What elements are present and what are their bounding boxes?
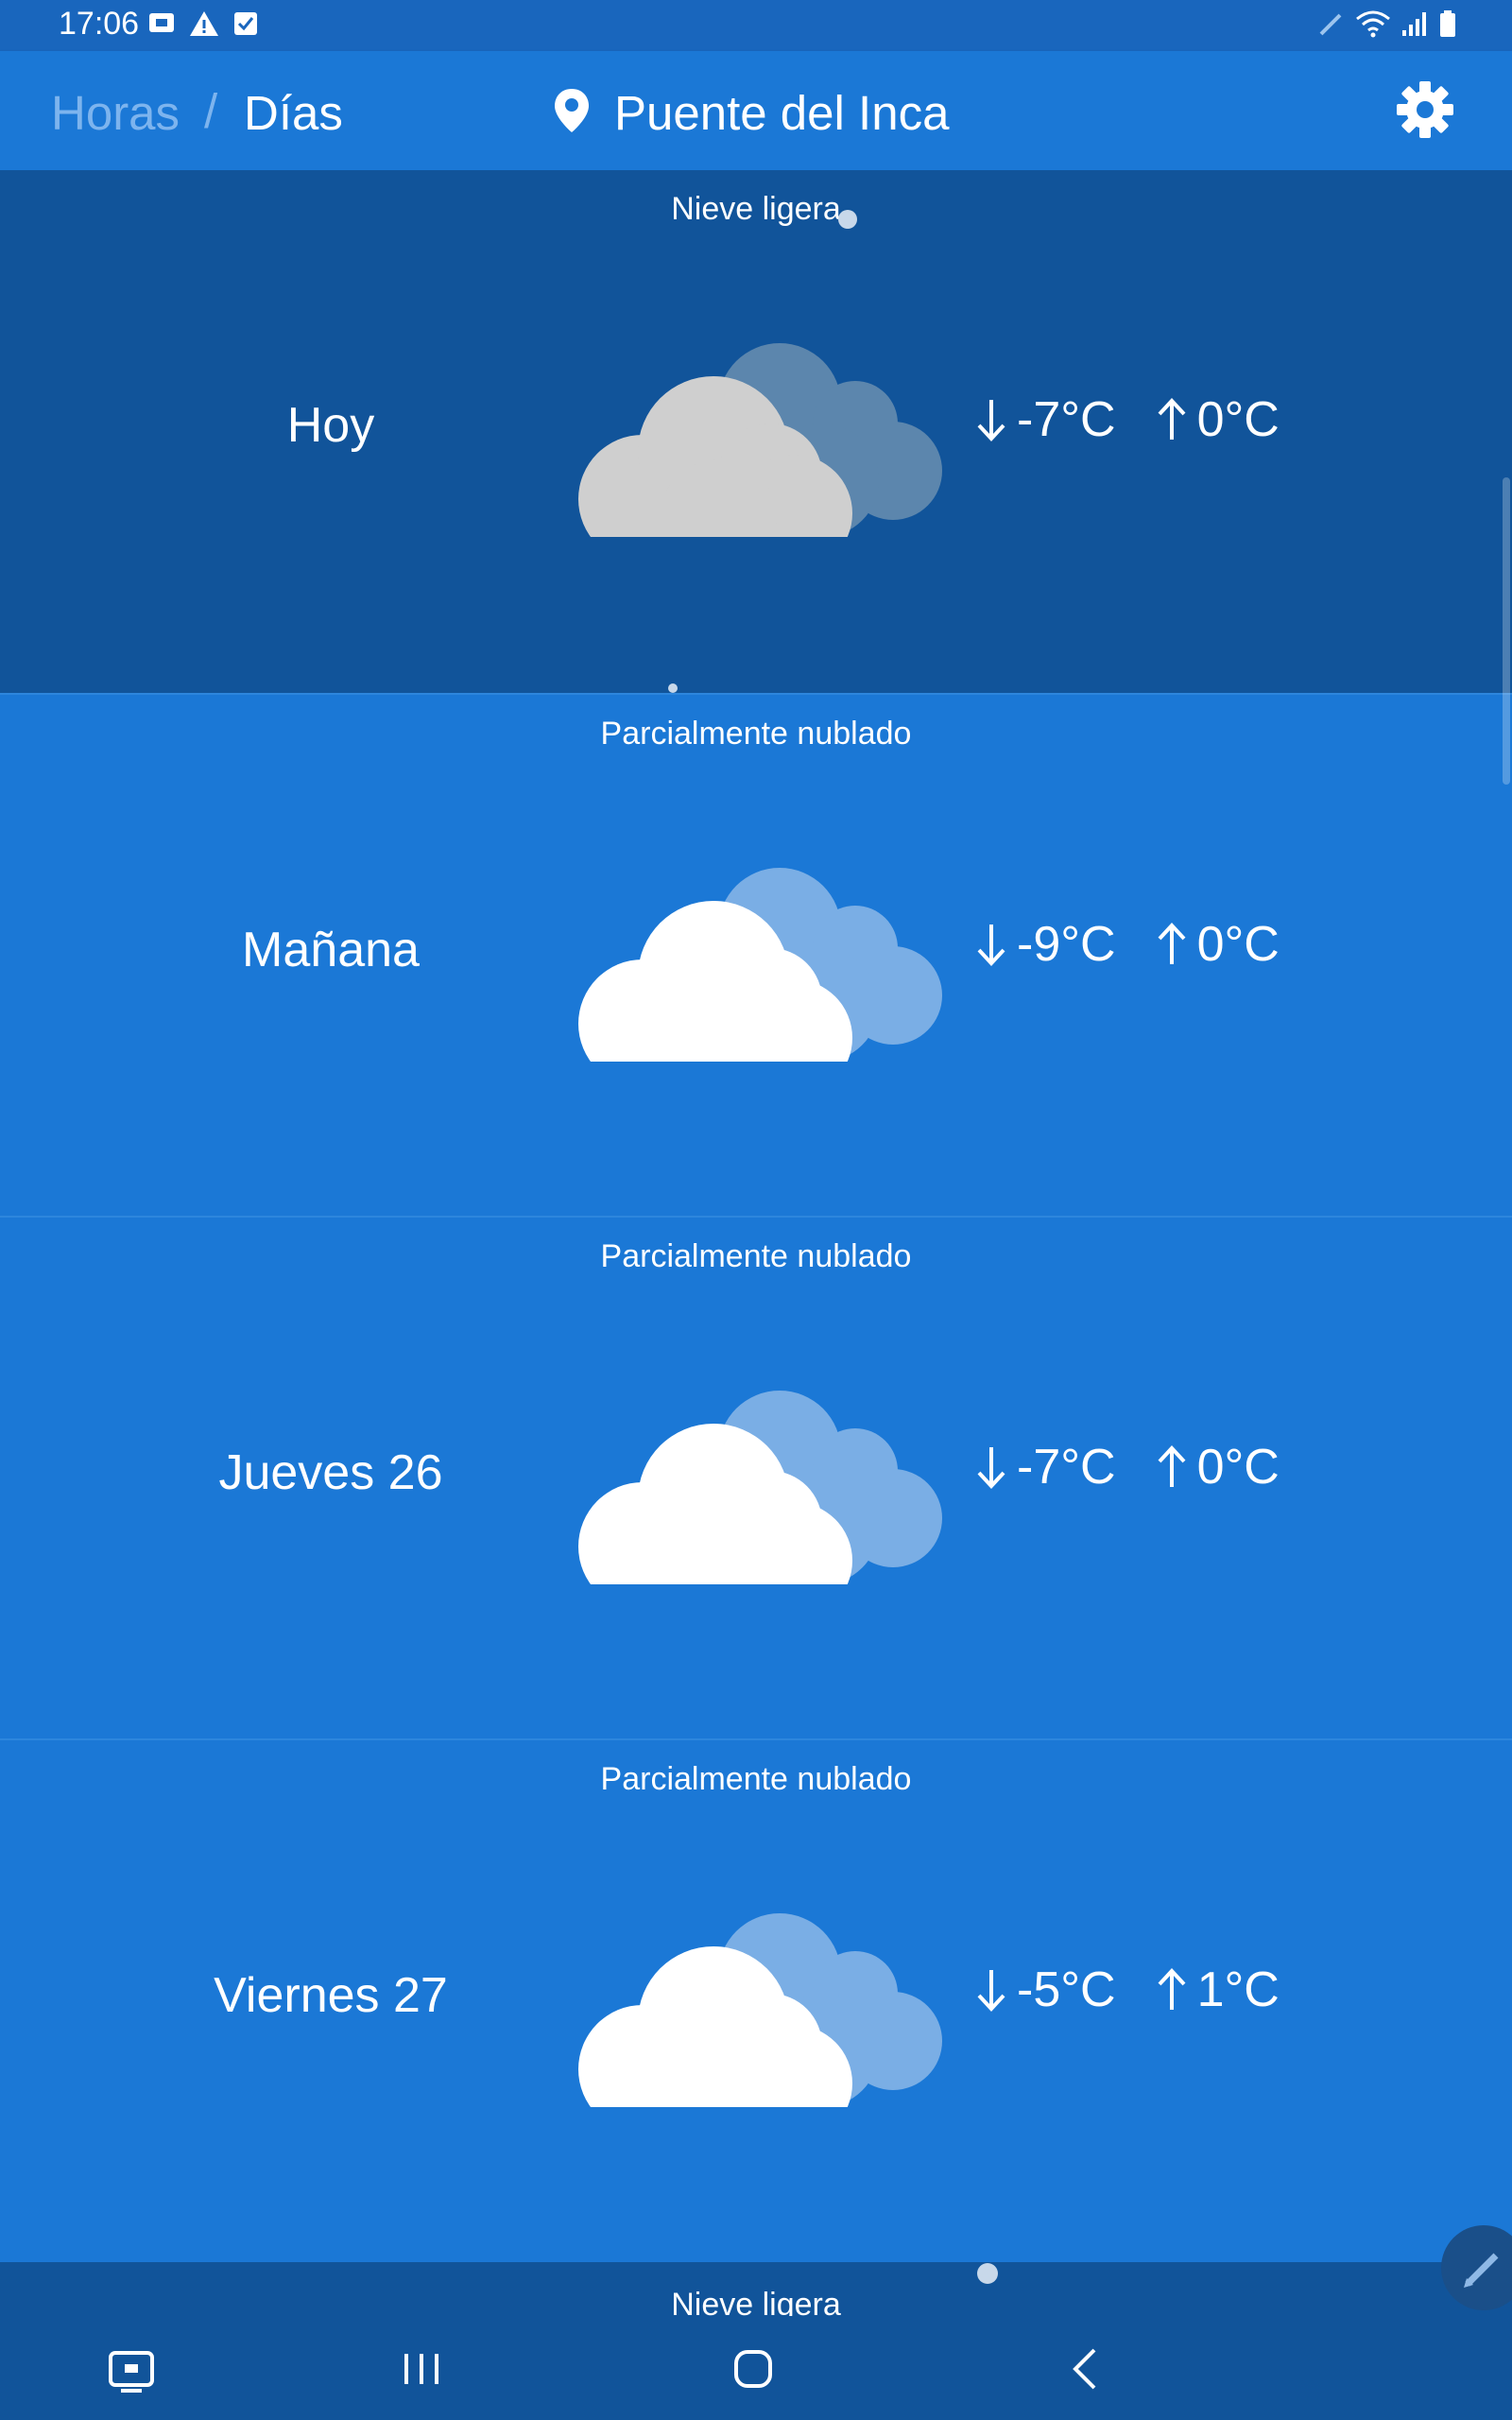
battery-icon xyxy=(1440,10,1455,37)
partly-cloudy-icon xyxy=(578,1391,942,1584)
temperature-range: -7°C 0°C xyxy=(973,391,1280,448)
gear-icon[interactable] xyxy=(1395,79,1455,140)
tab-hours[interactable]: Horas xyxy=(51,85,180,141)
min-temp: -7°C xyxy=(1017,1440,1116,1495)
day-name: Mañana xyxy=(242,923,420,977)
recent-screen-icon[interactable] xyxy=(108,2350,155,2394)
signal-icon xyxy=(1402,12,1426,36)
arrow-down-icon xyxy=(977,1447,1005,1489)
temperature-range: -5°C 1°C xyxy=(973,1962,1280,2018)
pencil-icon xyxy=(1464,2253,1499,2288)
day-name: Jueves 26 xyxy=(218,1445,443,1500)
location-pin-icon xyxy=(555,89,589,132)
wifi-icon xyxy=(1356,10,1390,38)
scrollbar[interactable] xyxy=(1503,477,1510,785)
snow-dot xyxy=(838,210,857,229)
snow-cloud-icon xyxy=(578,343,942,537)
pen-icon xyxy=(1319,13,1342,36)
location-name[interactable]: Puente del Inca xyxy=(614,85,949,141)
min-temp: -9°C xyxy=(1017,917,1116,972)
max-temp: 0°C xyxy=(1196,917,1280,972)
warning-icon xyxy=(190,11,218,36)
day-row-tomorrow[interactable]: Parcialmente nublado Mañana -9°C 0°C xyxy=(0,693,1512,1218)
navigation-bar xyxy=(0,2316,1512,2420)
app-bar: Horas / Días Puente del Inca xyxy=(0,51,1512,170)
min-temp: -5°C xyxy=(1017,1962,1116,2017)
edit-button[interactable] xyxy=(1441,2225,1512,2310)
arrow-down-icon xyxy=(977,400,1005,441)
partly-cloudy-icon xyxy=(578,1913,942,2107)
day-name: Viernes 27 xyxy=(214,1968,448,2023)
snow-dot xyxy=(977,2263,998,2284)
arrow-up-icon xyxy=(1158,923,1186,964)
snow-dot xyxy=(668,683,678,693)
max-temp: 1°C xyxy=(1196,1962,1280,2017)
condition-label: Parcialmente nublado xyxy=(600,1238,912,1274)
arrow-up-icon xyxy=(1158,1445,1186,1487)
check-box-icon xyxy=(234,12,257,35)
status-time: 17:06 xyxy=(59,6,140,42)
day-row-today[interactable]: Nieve ligera Hoy -7°C 0°C xyxy=(0,170,1512,693)
arrow-up-icon xyxy=(1158,1968,1186,2010)
tab-separator: / xyxy=(204,84,218,138)
day-name: Hoy xyxy=(286,398,375,453)
temperature-range: -9°C 0°C xyxy=(973,916,1280,973)
home-icon[interactable] xyxy=(732,2348,774,2390)
back-icon[interactable] xyxy=(1068,2346,1100,2392)
max-temp: 0°C xyxy=(1196,1440,1280,1495)
arrow-down-icon xyxy=(977,1970,1005,2012)
condition-label: Parcialmente nublado xyxy=(600,716,912,752)
partly-cloudy-icon xyxy=(578,868,942,1062)
recents-icon[interactable] xyxy=(401,2350,442,2388)
status-bar: 17:06 xyxy=(0,0,1512,51)
temperature-range: -7°C 0°C xyxy=(973,1439,1280,1495)
condition-label: Parcialmente nublado xyxy=(600,1761,912,1797)
day-row-friday[interactable]: Parcialmente nublado Viernes 27 -5°C 1°C xyxy=(0,1738,1512,2264)
arrow-up-icon xyxy=(1158,398,1186,440)
min-temp: -7°C xyxy=(1017,392,1116,447)
screen-record-icon xyxy=(149,13,174,32)
tab-days[interactable]: Días xyxy=(244,85,343,141)
max-temp: 0°C xyxy=(1196,392,1280,447)
condition-label: Nieve ligera xyxy=(671,191,841,227)
arrow-down-icon xyxy=(977,925,1005,966)
day-row-thursday[interactable]: Parcialmente nublado Jueves 26 -7°C 0°C xyxy=(0,1216,1512,1740)
